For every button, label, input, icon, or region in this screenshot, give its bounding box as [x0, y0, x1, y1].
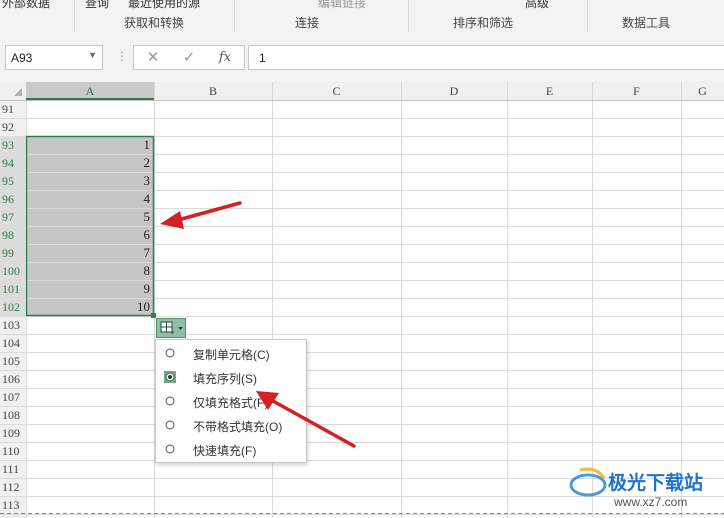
radio-checked-icon [164, 371, 176, 383]
autofill-option-label: 填充序列(S) [193, 372, 257, 386]
autofill-option[interactable]: 快速填充(F) [156, 437, 306, 461]
group-label-sort-filter: 排序和筛选 [453, 16, 514, 30]
cell-a97[interactable]: 5 [27, 208, 153, 226]
row-header-102[interactable]: 102 [0, 298, 26, 316]
row-header-109[interactable]: 109 [0, 424, 26, 442]
autofill-option-label: 不带格式填充(O) [193, 420, 283, 434]
autofill-option-label: 快速填充(F) [193, 444, 257, 458]
column-header-e[interactable]: E [507, 82, 592, 100]
cell-a94[interactable]: 2 [27, 154, 153, 172]
cell-a102[interactable]: 10 [27, 298, 153, 316]
row-header-104[interactable]: 104 [0, 334, 26, 352]
row-header-95[interactable]: 95 [0, 172, 26, 190]
formula-input[interactable]: 1 [248, 45, 724, 70]
row-header-94[interactable]: 94 [0, 154, 26, 172]
row-header-103[interactable]: 103 [0, 316, 26, 334]
auto-fill-options-button[interactable] [156, 318, 186, 338]
recent-sources-button[interactable]: 最近使用的源 [128, 0, 200, 11]
row-header-107[interactable]: 107 [0, 388, 26, 406]
row-header-93[interactable]: 93 [0, 136, 26, 154]
ribbon-separator [408, 0, 409, 32]
watermark: 极光下载站 www.xz7.com [608, 468, 724, 512]
radio-unchecked-icon [164, 419, 176, 431]
row-header-91[interactable]: 91 [0, 100, 26, 118]
column-header-f[interactable]: F [592, 82, 681, 100]
cell-a99[interactable]: 7 [27, 244, 153, 262]
cell-a93[interactable]: 1 [27, 136, 153, 154]
group-label-connections: 连接 [295, 16, 320, 30]
column-header-c[interactable]: C [272, 82, 401, 100]
row-header-97[interactable]: 97 [0, 208, 26, 226]
advanced-filter-button[interactable]: 高级 [525, 0, 549, 11]
cell-a100[interactable]: 8 [27, 262, 153, 280]
row-header-113[interactable]: 113 [0, 496, 26, 514]
cancel-icon[interactable]: ✕ [138, 48, 168, 68]
name-box-value: A93 [11, 51, 33, 65]
row-header-108[interactable]: 108 [0, 406, 26, 424]
query-button[interactable]: 查询 [85, 0, 109, 11]
autofill-option-label: 复制单元格(C) [193, 348, 270, 362]
ribbon-separator [234, 0, 235, 32]
column-header-b[interactable]: B [154, 82, 272, 100]
more-icon: ⋮ [116, 49, 128, 63]
row-header-112[interactable]: 112 [0, 478, 26, 496]
row-header-101[interactable]: 101 [0, 280, 26, 298]
name-box[interactable]: A93 ▼ [5, 45, 103, 70]
row-header-92[interactable]: 92 [0, 118, 26, 136]
ribbon: 外部数据 查询 最近使用的源 获取和转换 编辑链接 连接 高级 排序和筛选 数据… [0, 0, 724, 37]
row-header-110[interactable]: 110 [0, 442, 26, 460]
insert-function-icon[interactable]: fx [210, 48, 240, 68]
radio-unchecked-icon [164, 443, 176, 455]
ribbon-separator [74, 0, 75, 32]
worksheet-grid[interactable]: ABCDEFG 91 92 93 94 95 96 97 98 99 100 101 102 103 10… [0, 82, 724, 518]
column-header-a[interactable]: A [26, 82, 154, 100]
autofill-option[interactable]: 仅填充格式(F) [156, 389, 306, 413]
formula-buttons: ✕ ✓ fx [133, 45, 245, 70]
autofill-option[interactable]: 不带格式填充(O) [156, 413, 306, 437]
chevron-down-icon[interactable]: ▼ [88, 50, 97, 60]
group-label-data-tools: 数据工具 [622, 16, 671, 30]
ribbon-separator [587, 0, 588, 32]
row-header-98[interactable]: 98 [0, 226, 26, 244]
column-header-g[interactable]: G [681, 82, 724, 100]
row-header-99[interactable]: 99 [0, 244, 26, 262]
auto-fill-icon [160, 321, 183, 334]
formula-bar: A93 ▼ ⋮ ✕ ✓ fx 1 [0, 36, 724, 82]
watermark-url: www.xz7.com [614, 495, 688, 509]
autofill-option[interactable]: 复制单元格(C) [156, 341, 306, 365]
row-header-100[interactable]: 100 [0, 262, 26, 280]
enter-icon[interactable]: ✓ [174, 48, 204, 68]
cell-a96[interactable]: 4 [27, 190, 153, 208]
auto-fill-options-menu: 复制单元格(C) 填充序列(S) 仅填充格式(F) 不带格式填充(O) 快速填充(F) [155, 339, 307, 463]
edit-links-button[interactable]: 编辑链接 [318, 0, 366, 11]
formula-value: 1 [259, 51, 266, 65]
radio-unchecked-icon [164, 395, 176, 407]
radio-unchecked-icon [164, 347, 176, 359]
row-header-96[interactable]: 96 [0, 190, 26, 208]
row-header-106[interactable]: 106 [0, 370, 26, 388]
group-label-get-transform: 获取和转换 [124, 16, 185, 30]
row-header-111[interactable]: 111 [0, 460, 26, 478]
column-header-d[interactable]: D [401, 82, 507, 100]
watermark-brand: 极光下载站 [608, 473, 704, 494]
external-data-button[interactable]: 外部数据 [2, 0, 50, 11]
cell-a101[interactable]: 9 [27, 280, 153, 298]
autofill-option[interactable]: 填充序列(S) [156, 365, 306, 389]
cell-a95[interactable]: 3 [27, 172, 153, 190]
autofill-option-label: 仅填充格式(F) [193, 396, 269, 410]
row-header-105[interactable]: 105 [0, 352, 26, 370]
cell-a98[interactable]: 6 [27, 226, 153, 244]
